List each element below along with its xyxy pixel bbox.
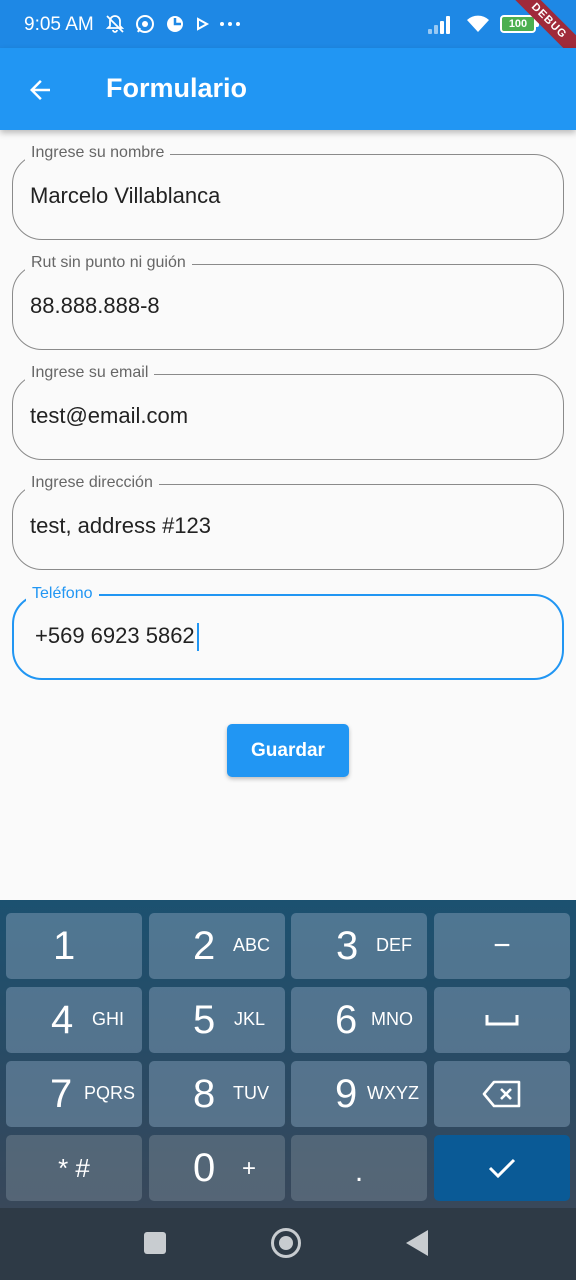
address-field-value: test, address #123 — [30, 513, 212, 538]
key-8[interactable]: 8 TUV — [149, 1061, 285, 1127]
rut-field-value: 88.888.888-8 — [30, 293, 160, 318]
signal-icon — [428, 14, 454, 34]
key-1[interactable]: 1 — [6, 913, 142, 979]
status-time: 9:05 AM — [24, 14, 94, 35]
app-bar: Formulario — [0, 48, 576, 130]
address-field-label: Ingrese dirección — [25, 473, 159, 493]
key-3[interactable]: 3 DEF — [291, 913, 427, 979]
phone-field[interactable]: Teléfono +569 6923 5862 — [12, 584, 564, 680]
system-icons: 100 — [428, 14, 539, 34]
key-space[interactable] — [434, 987, 570, 1053]
more-icon — [218, 13, 242, 41]
space-icon — [485, 1015, 519, 1026]
key-2[interactable]: 2 ABC — [149, 913, 285, 979]
name-field-label: Ingrese su nombre — [25, 143, 171, 163]
check-icon — [488, 1158, 516, 1179]
rut-field-label: Rut sin punto ni guión — [25, 253, 192, 273]
home-icon[interactable] — [271, 1228, 301, 1258]
key-0[interactable]: 0 + — [149, 1135, 285, 1201]
rut-field[interactable]: Rut sin punto ni guión 88.888.888-8 — [12, 253, 564, 350]
text-caret — [196, 623, 199, 652]
mute-icon — [104, 13, 126, 41]
notification-icons — [104, 13, 242, 41]
save-button[interactable]: Guardar — [227, 724, 349, 777]
navigation-bar — [0, 1208, 576, 1280]
back-button[interactable] — [18, 68, 62, 112]
key-backspace[interactable] — [434, 1061, 570, 1127]
address-field[interactable]: Ingrese dirección test, address #123 — [12, 473, 564, 570]
arrow-back-icon — [30, 80, 50, 100]
battery-icon: 100 — [500, 15, 539, 33]
recents-icon[interactable] — [144, 1232, 166, 1254]
key-minus[interactable]: − — [434, 913, 570, 979]
back-icon[interactable] — [406, 1230, 428, 1256]
backspace-icon — [482, 1080, 521, 1108]
wifi-icon — [466, 14, 489, 34]
key-dot[interactable]: . — [291, 1135, 427, 1201]
numeric-keyboard: 1 2 ABC 3 DEF − 4 GHI 5 JKL 6 MNO 7 PQRS… — [0, 900, 576, 1208]
email-field-value: test@email.com — [30, 403, 189, 428]
play-icon — [194, 13, 210, 41]
status-bar: 9:05 AM 100 DEBUG — [0, 0, 576, 67]
name-field[interactable]: Ingrese su nombre Marcelo Villablanca — [12, 143, 564, 240]
key-4[interactable]: 4 GHI — [6, 987, 142, 1053]
phone-field-label: Teléfono — [26, 584, 99, 604]
whatsapp-icon — [134, 13, 156, 41]
name-field-value: Marcelo Villablanca — [30, 183, 221, 208]
page-title: Formulario — [106, 73, 248, 103]
key-9[interactable]: 9 WXYZ — [291, 1061, 427, 1127]
key-6[interactable]: 6 MNO — [291, 987, 427, 1053]
key-star-hash[interactable]: * # — [6, 1135, 142, 1201]
email-field-label: Ingrese su email — [25, 363, 155, 383]
email-field[interactable]: Ingrese su email test@email.com — [12, 363, 564, 460]
app-icon — [164, 13, 186, 41]
key-5[interactable]: 5 JKL — [149, 987, 285, 1053]
key-7[interactable]: 7 PQRS — [6, 1061, 142, 1127]
phone-field-value: +569 6923 5862 — [35, 623, 195, 648]
key-enter[interactable] — [434, 1135, 570, 1201]
